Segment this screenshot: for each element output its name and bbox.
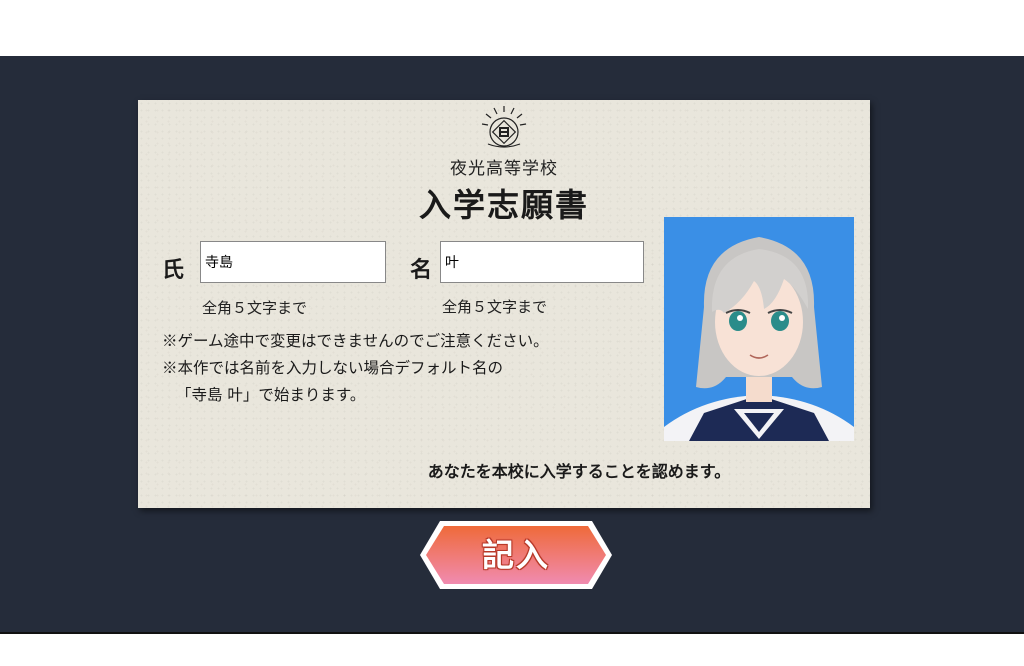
- student-portrait: [664, 217, 854, 441]
- surname-input[interactable]: [200, 241, 386, 283]
- surname-label: 氏: [162, 257, 185, 283]
- note-line-1: ※ゲーム途中で変更はできませんのでご注意ください。: [162, 332, 549, 350]
- school-name: 夜光高等学校: [450, 159, 558, 179]
- given-name-input[interactable]: [440, 241, 644, 283]
- note-line-2: ※本作では名前を入力しない場合デフォルト名の: [162, 359, 504, 377]
- school-emblem-icon: [481, 106, 527, 148]
- submit-button-label: 記入: [481, 536, 550, 574]
- approval-statement: あなたを本校に入学することを認めます。: [427, 462, 731, 481]
- bottom-divider: [0, 632, 1024, 634]
- submit-button[interactable]: 記入: [418, 519, 614, 591]
- application-form-card: 夜光高等学校 入学志願書 氏 名 全角５文字まで 全角５文字まで ※ゲーム途中で…: [138, 100, 870, 508]
- given-name-hint: 全角５文字まで: [442, 298, 548, 316]
- surname-hint: 全角５文字まで: [202, 299, 308, 317]
- note-line-3: 「寺島 叶」で始まります。: [176, 386, 366, 404]
- given-name-label: 名: [410, 257, 433, 283]
